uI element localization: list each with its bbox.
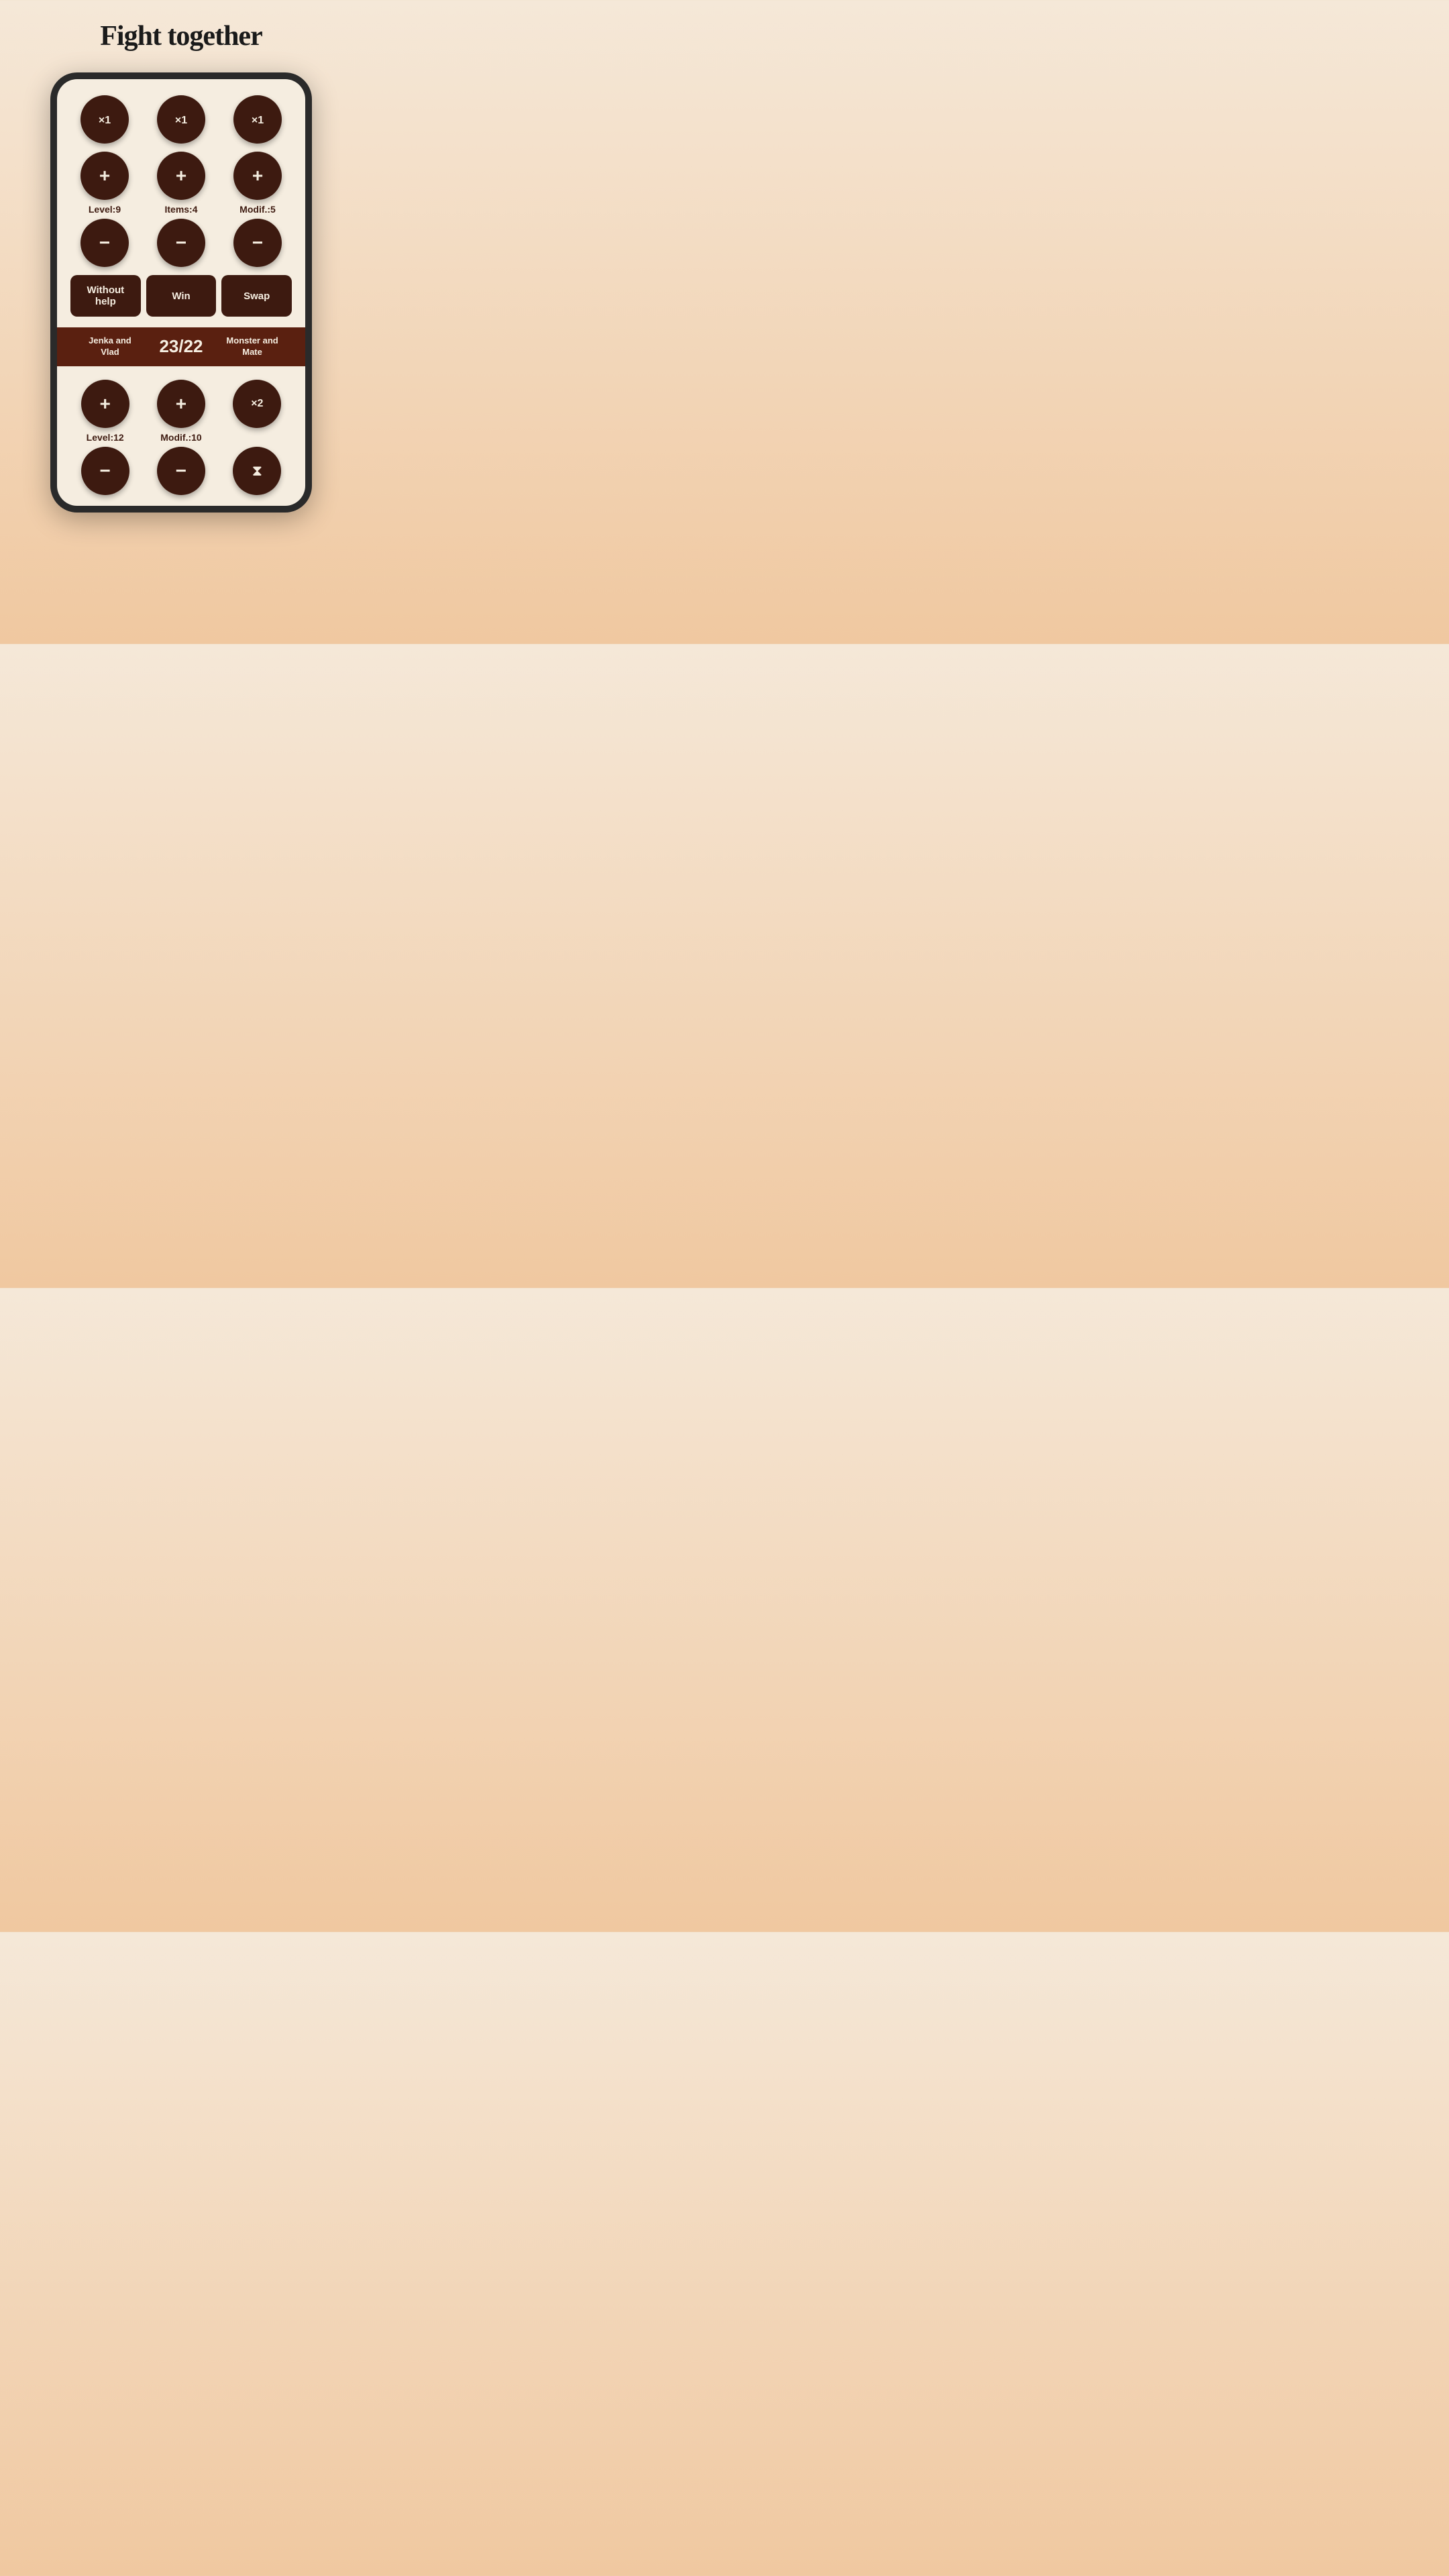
top-panel: Level:9 Items:4 [57, 79, 305, 327]
level-plus-icon [99, 165, 110, 186]
bottom-col-special [223, 380, 292, 495]
bottom-panel: Level:12 Modif.:10 [57, 366, 305, 506]
level-plus-btn[interactable] [80, 152, 129, 200]
bottom-modif-plus-icon [176, 393, 186, 415]
col-level-ctrl: Level:9 [70, 152, 139, 267]
modif-label: Modif.:5 [239, 204, 276, 215]
modif-multiplier-btn[interactable] [233, 95, 282, 144]
items-label: Items:4 [164, 204, 197, 215]
level-minus-icon [99, 232, 110, 254]
plus-row: Level:9 Items:4 [70, 152, 292, 267]
bottom-level-plus-btn[interactable] [81, 380, 129, 428]
col-level [70, 95, 139, 144]
items-minus-icon [176, 232, 186, 254]
score-display: 23/22 [150, 336, 213, 357]
phone-screen: Level:9 Items:4 [57, 79, 305, 506]
bottom-modif-minus-btn[interactable] [157, 447, 205, 495]
level-label: Level:9 [89, 204, 121, 215]
bottom-modif-plus-btn[interactable] [157, 380, 205, 428]
phone-device: Level:9 Items:4 [50, 72, 312, 513]
swap-button[interactable]: Swap [221, 275, 292, 317]
bottom-modif-minus-icon [176, 460, 186, 482]
items-multiplier-btn[interactable] [157, 95, 205, 144]
right-team-name: Monster andMate [213, 335, 292, 358]
modif-x1-icon [252, 113, 264, 127]
modif-minus-btn[interactable] [233, 219, 282, 267]
bottom-level-minus-btn[interactable] [81, 447, 129, 495]
bottom-level-label: Level:12 [87, 432, 124, 443]
modif-plus-btn[interactable] [233, 152, 282, 200]
page-title: Fight together [100, 20, 262, 52]
level-minus-btn[interactable] [80, 219, 129, 267]
bottom-col-modif: Modif.:10 [146, 380, 215, 495]
col-modif [223, 95, 292, 144]
hourglass-icon [252, 462, 262, 480]
score-bar: Jenka andVlad 23/22 Monster andMate [57, 327, 305, 366]
bottom-modif-label: Modif.:10 [160, 432, 201, 443]
bottom-special-label [256, 432, 258, 443]
items-x1-icon [175, 113, 187, 127]
bottom-x2-btn[interactable] [233, 380, 281, 428]
action-buttons-row: Without help Win Swap [70, 275, 292, 317]
bottom-level-plus-icon [99, 393, 110, 415]
win-button[interactable]: Win [146, 275, 217, 317]
col-items [147, 95, 215, 144]
items-plus-btn[interactable] [157, 152, 205, 200]
modif-plus-icon [252, 165, 263, 186]
level-x1-icon [99, 113, 111, 127]
bottom-hourglass-btn[interactable] [233, 447, 281, 495]
items-minus-btn[interactable] [157, 219, 205, 267]
without-help-button[interactable]: Without help [70, 275, 141, 317]
left-team-name: Jenka andVlad [70, 335, 150, 358]
x2-icon [251, 398, 263, 410]
col-items-ctrl: Items:4 [147, 152, 215, 267]
modif-minus-icon [252, 232, 263, 254]
bottom-level-minus-icon [99, 460, 110, 482]
bottom-col-level: Level:12 [70, 380, 140, 495]
multiplier-row [70, 95, 292, 144]
bottom-controls-grid: Level:12 Modif.:10 [70, 380, 292, 495]
level-multiplier-btn[interactable] [80, 95, 129, 144]
items-plus-icon [176, 165, 186, 186]
col-modif-ctrl: Modif.:5 [223, 152, 292, 267]
